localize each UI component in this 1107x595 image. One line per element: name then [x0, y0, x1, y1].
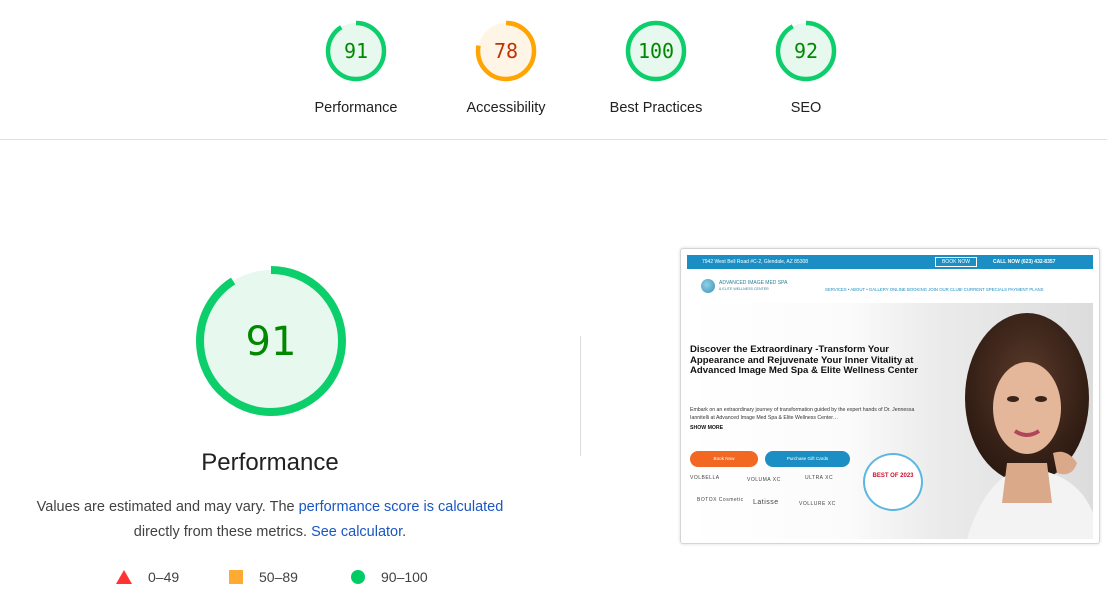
site-top-strip: 7942 West Bell Road #C-2, Glendale, AZ 8… — [687, 255, 1093, 269]
screenshot-content: 7942 West Bell Road #C-2, Glendale, AZ 8… — [687, 255, 1093, 539]
seo-gauge-ring: 92 — [775, 20, 837, 82]
brand-logo-botox: BOTOX Cosmetic — [697, 497, 744, 503]
gauge-seo[interactable]: 92 SEO — [746, 20, 866, 116]
hero-book-now-button: Book Now — [690, 451, 758, 467]
legend-item-pass: 90–100 — [351, 569, 428, 585]
best-practices-gauge-ring: 100 — [625, 20, 687, 82]
vertical-divider — [580, 336, 581, 456]
performance-main-gauge: 91 — [194, 264, 348, 423]
red-triangle-icon — [116, 570, 132, 584]
legend-item-average: 50–89 — [229, 569, 298, 585]
performance-score-link[interactable]: performance score is calculated — [299, 499, 504, 515]
see-calculator-link[interactable]: See calculator — [311, 524, 402, 540]
gauge-performance[interactable]: 91 Performance — [296, 20, 416, 116]
accessibility-score: 78 — [494, 39, 518, 63]
site-book-now-button: BOOK NOW — [935, 257, 977, 267]
seo-score: 92 — [794, 39, 818, 63]
brand-logo-volbella: VOLBELLA — [690, 475, 720, 481]
site-nav: ADVANCED IMAGE MED SPA & ELITE WELLNESS … — [687, 269, 1093, 303]
hero-headline: Discover the Extraordinary -Transform Yo… — [690, 344, 919, 376]
best-of-badge: BEST OF 2023 — [863, 453, 923, 511]
hero-subtext: Embark on an extraordinary journey of tr… — [690, 407, 915, 421]
logo-line-2: & ELITE WELLNESS CENTER — [719, 287, 769, 291]
performance-gauge-ring: 91 — [325, 20, 387, 82]
performance-title: Performance — [201, 449, 339, 476]
badge-text: BEST OF 2023 — [872, 473, 914, 479]
gauge-accessibility[interactable]: 78 Accessibility — [446, 20, 566, 116]
performance-score: 91 — [344, 39, 368, 63]
logo-emblem-icon — [701, 279, 715, 293]
legend-item-fail: 0–49 — [116, 569, 179, 585]
brand-logo-vollure: VOLLURE XC — [799, 501, 836, 507]
hero-portrait-image — [965, 313, 1093, 539]
brand-logo-voluma: VOLUMA XC — [747, 477, 781, 483]
performance-description: Values are estimated and may vary. The p… — [20, 495, 520, 545]
score-legend: 0–49 50–89 90–100 — [0, 569, 560, 589]
page-screenshot-thumbnail[interactable]: 7942 West Bell Road #C-2, Glendale, AZ 8… — [680, 248, 1100, 544]
hero-show-more: SHOW MORE — [690, 425, 724, 431]
site-logo: ADVANCED IMAGE MED SPA & ELITE WELLNESS … — [701, 279, 801, 293]
desc-prefix: Values are estimated and may vary. The — [36, 499, 299, 515]
brand-logo-latisse: Latisse — [753, 499, 779, 506]
accessibility-gauge-ring: 78 — [475, 20, 537, 82]
site-hero: Discover the Extraordinary -Transform Yo… — [687, 303, 1093, 539]
gauge-label-best-practices: Best Practices — [609, 100, 703, 116]
green-circle-icon — [351, 570, 365, 584]
legend-range-pass: 90–100 — [381, 569, 428, 585]
desc-middle: directly from these metrics. — [133, 524, 312, 540]
legend-range-fail: 0–49 — [148, 569, 180, 585]
gauge-label-seo: SEO — [790, 100, 822, 116]
gauge-label-accessibility: Accessibility — [466, 100, 546, 116]
orange-square-icon — [229, 570, 243, 584]
site-address: 7942 West Bell Road #C-2, Glendale, AZ 8… — [702, 259, 809, 265]
performance-main-ring: 91 — [196, 266, 346, 416]
site-call-now: CALL NOW (623) 432-8357 — [993, 259, 1056, 265]
best-practices-score: 100 — [638, 39, 674, 63]
gauge-best-practices[interactable]: 100 Best Practices — [596, 20, 716, 116]
score-summary-bar: 91 Performance 78 Accessibility 100 Best… — [0, 0, 1107, 140]
legend-range-average: 50–89 — [259, 569, 298, 585]
gauge-label-performance: Performance — [314, 100, 398, 116]
brand-logo-ultra: ULTRA XC — [805, 475, 834, 481]
hero-gift-cards-button: Purchase Gift Cards — [765, 451, 850, 467]
performance-main-score: 91 — [246, 319, 297, 365]
desc-suffix: . — [402, 524, 407, 540]
site-menu: SERVICES • ABOUT • GALLERY ONLINE BOOKIN… — [825, 287, 1044, 292]
